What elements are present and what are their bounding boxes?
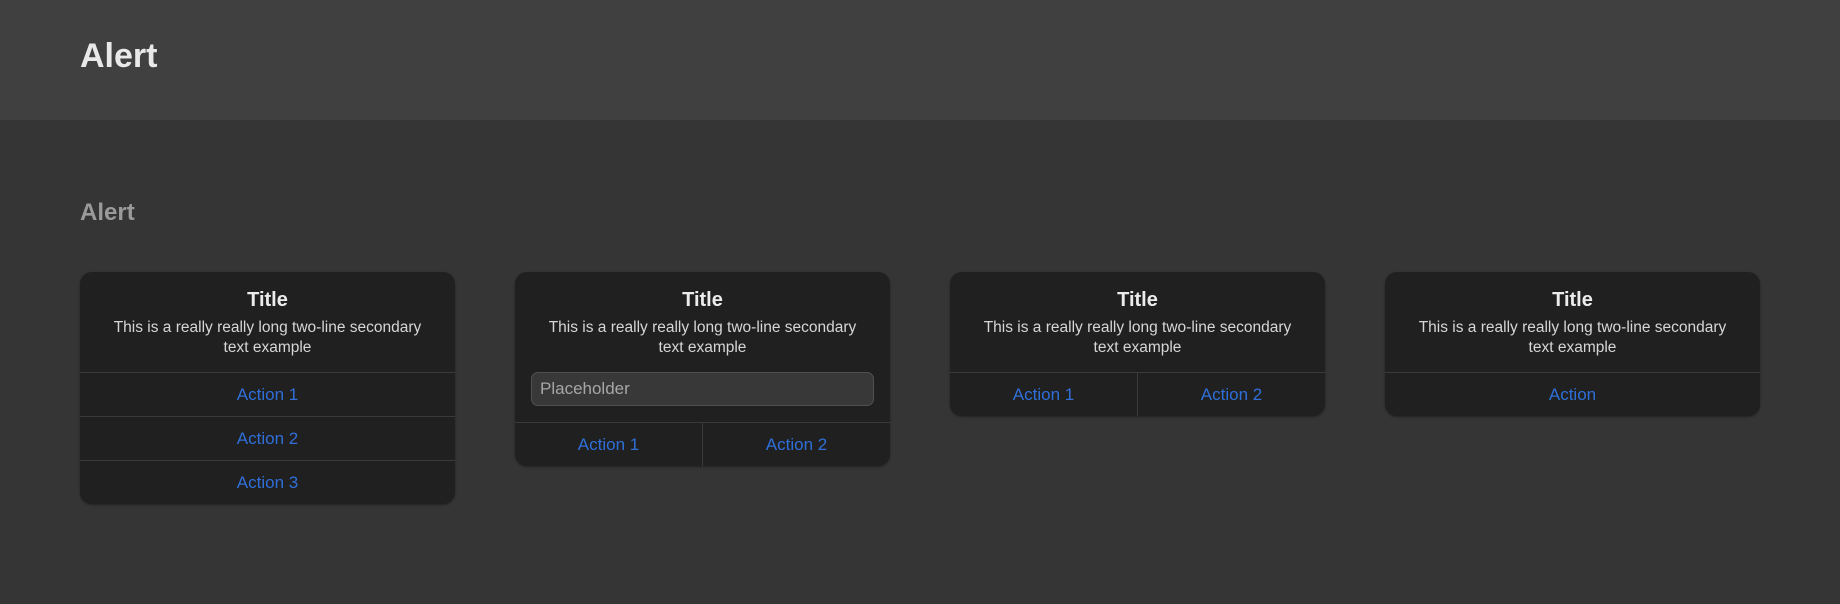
action-3-button[interactable]: Action 3: [80, 460, 455, 504]
action-1-button[interactable]: Action 1: [950, 373, 1137, 416]
alert-message: This is a really really long two-line se…: [548, 319, 857, 356]
alert-actions: Action 1 Action 2: [515, 422, 890, 466]
alert-actions: Action: [1385, 372, 1760, 416]
page-header: Alert: [0, 0, 1840, 120]
alert-text-input[interactable]: [531, 372, 874, 406]
alert-title: Title: [247, 289, 288, 311]
action-2-button[interactable]: Action 2: [80, 416, 455, 460]
alert-message: This is a really really long two-line se…: [983, 319, 1292, 356]
alert-content: Title This is a really really long two-l…: [515, 272, 890, 372]
alert-content: Title This is a really really long two-l…: [1385, 272, 1760, 372]
alert-title: Title: [1552, 289, 1593, 311]
action-2-button[interactable]: Action 2: [1137, 373, 1325, 416]
page-title: Alert: [80, 37, 158, 75]
action-1-button[interactable]: Action 1: [80, 372, 455, 416]
alert-single-action: Title This is a really really long two-l…: [1385, 272, 1760, 416]
alert-message: This is a really really long two-line se…: [113, 319, 422, 356]
alert-content: Title This is a really really long two-l…: [80, 272, 455, 372]
action-2-button[interactable]: Action 2: [702, 423, 890, 466]
action-1-button[interactable]: Action 1: [515, 423, 702, 466]
alert-title: Title: [1117, 289, 1158, 311]
alert-content: Title This is a really really long two-l…: [950, 272, 1325, 372]
alert-input-wrapper: [515, 372, 890, 422]
alert-side-by-side-actions: Title This is a really really long two-l…: [950, 272, 1325, 416]
alert-actions: Action 1 Action 2: [950, 372, 1325, 416]
action-button[interactable]: Action: [1385, 372, 1760, 416]
alert-with-input: Title This is a really really long two-l…: [515, 272, 890, 466]
alert-title: Title: [682, 289, 723, 311]
alert-actions: Action 1 Action 2 Action 3: [80, 372, 455, 504]
section-title: Alert: [80, 199, 135, 226]
alert-stacked-actions: Title This is a really really long two-l…: [80, 272, 455, 504]
alert-message: This is a really really long two-line se…: [1418, 319, 1727, 356]
